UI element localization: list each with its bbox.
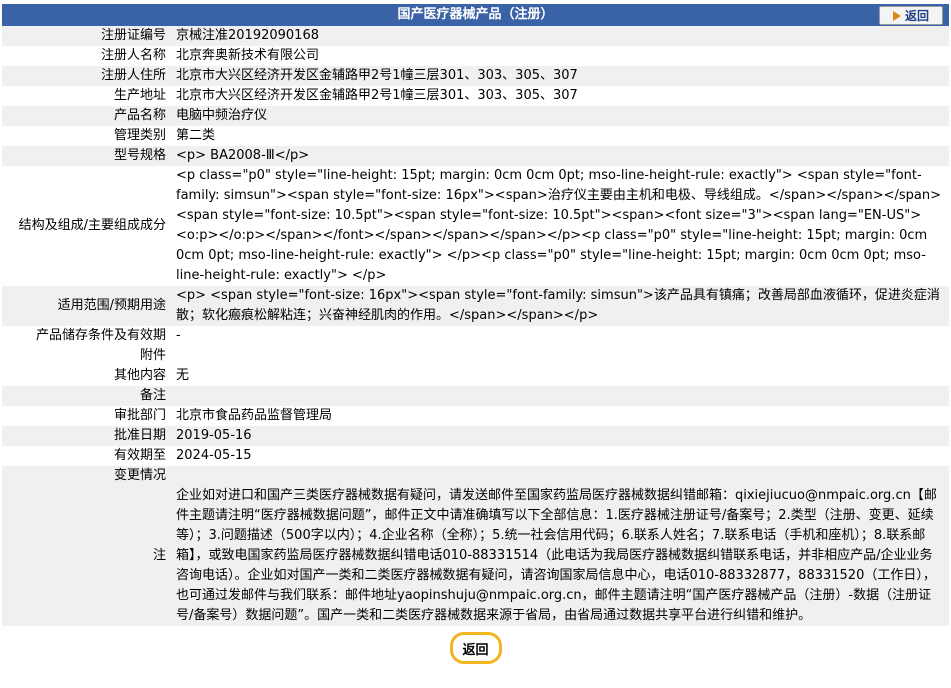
row-registrant-name: 注册人名称 北京奔奥新技术有限公司 [2, 46, 949, 66]
field-label: 产品名称 [2, 106, 170, 126]
field-value: 京械注准20192090168 [170, 26, 949, 46]
field-label: 批准日期 [2, 426, 170, 446]
row-registration-number: 注册证编号 京械注准20192090168 [2, 26, 949, 46]
field-value: 北京奔奥新技术有限公司 [170, 46, 949, 66]
row-production-address: 生产地址 北京市大兴区经济开发区金辅路甲2号1幢三层301、303、305、30… [2, 86, 949, 106]
field-label: 备注 [2, 386, 170, 406]
field-label: 其他内容 [2, 366, 170, 386]
field-value: 无 [170, 366, 949, 386]
field-value: 2019-05-16 [170, 426, 949, 446]
row-remarks: 备注 [2, 386, 949, 406]
field-value: 北京市大兴区经济开发区金辅路甲2号1幢三层301、303、305、307 [170, 86, 949, 106]
page-header: 国产医疗器械产品（注册） 返回 [2, 4, 949, 26]
field-value: <p> <span style="font-size: 16px"><span … [170, 286, 949, 326]
field-label: 注 [2, 486, 170, 626]
row-storage-validity: 产品储存条件及有效期 - [2, 326, 949, 346]
field-label: 注册证编号 [2, 26, 170, 46]
back-button-label: 返回 [904, 9, 929, 23]
field-value [170, 346, 949, 366]
footer: 返回 [2, 626, 949, 664]
row-other-content: 其他内容 无 [2, 366, 949, 386]
field-value [170, 386, 949, 406]
field-value [170, 466, 949, 486]
back-button-top[interactable]: 返回 [879, 6, 943, 25]
field-value: 企业如对进口和国产三类医疗器械数据有疑问，请发送邮件至国家药监局医疗器械数据纠错… [170, 486, 949, 626]
row-intended-use: 适用范围/预期用途 <p> <span style="font-size: 16… [2, 286, 949, 326]
row-valid-until: 有效期至 2024-05-15 [2, 446, 949, 466]
page: 国产医疗器械产品（注册） 返回 注册证编号 京械注准20192090168 注册… [0, 4, 951, 664]
field-label: 注册人住所 [2, 66, 170, 86]
field-label: 管理类别 [2, 126, 170, 146]
row-registrant-address: 注册人住所 北京市大兴区经济开发区金辅路甲2号1幢三层301、303、305、3… [2, 66, 949, 86]
row-notes: 注 企业如对进口和国产三类医疗器械数据有疑问，请发送邮件至国家药监局医疗器械数据… [2, 486, 949, 626]
field-label: 型号规格 [2, 146, 170, 166]
field-label: 注册人名称 [2, 46, 170, 66]
row-approval-dept: 审批部门 北京市食品药品监督管理局 [2, 406, 949, 426]
field-value: <p> BA2008-Ⅲ</p> [170, 146, 949, 166]
field-value: 电脑中频治疗仪 [170, 106, 949, 126]
row-product-name: 产品名称 电脑中频治疗仪 [2, 106, 949, 126]
row-structure-composition: 结构及组成/主要组成成分 <p class="p0" style="line-h… [2, 166, 949, 286]
row-management-category: 管理类别 第二类 [2, 126, 949, 146]
field-value: 北京市食品药品监督管理局 [170, 406, 949, 426]
field-label: 有效期至 [2, 446, 170, 466]
arrow-right-icon [892, 10, 901, 21]
back-button-bottom[interactable]: 返回 [449, 632, 502, 664]
field-value: 第二类 [170, 126, 949, 146]
row-model-spec: 型号规格 <p> BA2008-Ⅲ</p> [2, 146, 949, 166]
field-value: <p class="p0" style="line-height: 15pt; … [170, 166, 949, 286]
field-label: 产品储存条件及有效期 [2, 326, 170, 346]
row-attachments: 附件 [2, 346, 949, 366]
field-label: 审批部门 [2, 406, 170, 426]
field-label: 变更情况 [2, 466, 170, 486]
field-value: 北京市大兴区经济开发区金辅路甲2号1幢三层301、303、305、307 [170, 66, 949, 86]
field-value: 2024-05-15 [170, 446, 949, 466]
field-label: 附件 [2, 346, 170, 366]
field-label: 适用范围/预期用途 [2, 286, 170, 326]
row-approval-date: 批准日期 2019-05-16 [2, 426, 949, 446]
field-value: - [170, 326, 949, 346]
row-change-history: 变更情况 [2, 466, 949, 486]
field-label: 结构及组成/主要组成成分 [2, 166, 170, 286]
page-title: 国产医疗器械产品（注册） [397, 7, 554, 22]
field-label: 生产地址 [2, 86, 170, 106]
detail-table: 注册证编号 京械注准20192090168 注册人名称 北京奔奥新技术有限公司 … [2, 26, 949, 626]
